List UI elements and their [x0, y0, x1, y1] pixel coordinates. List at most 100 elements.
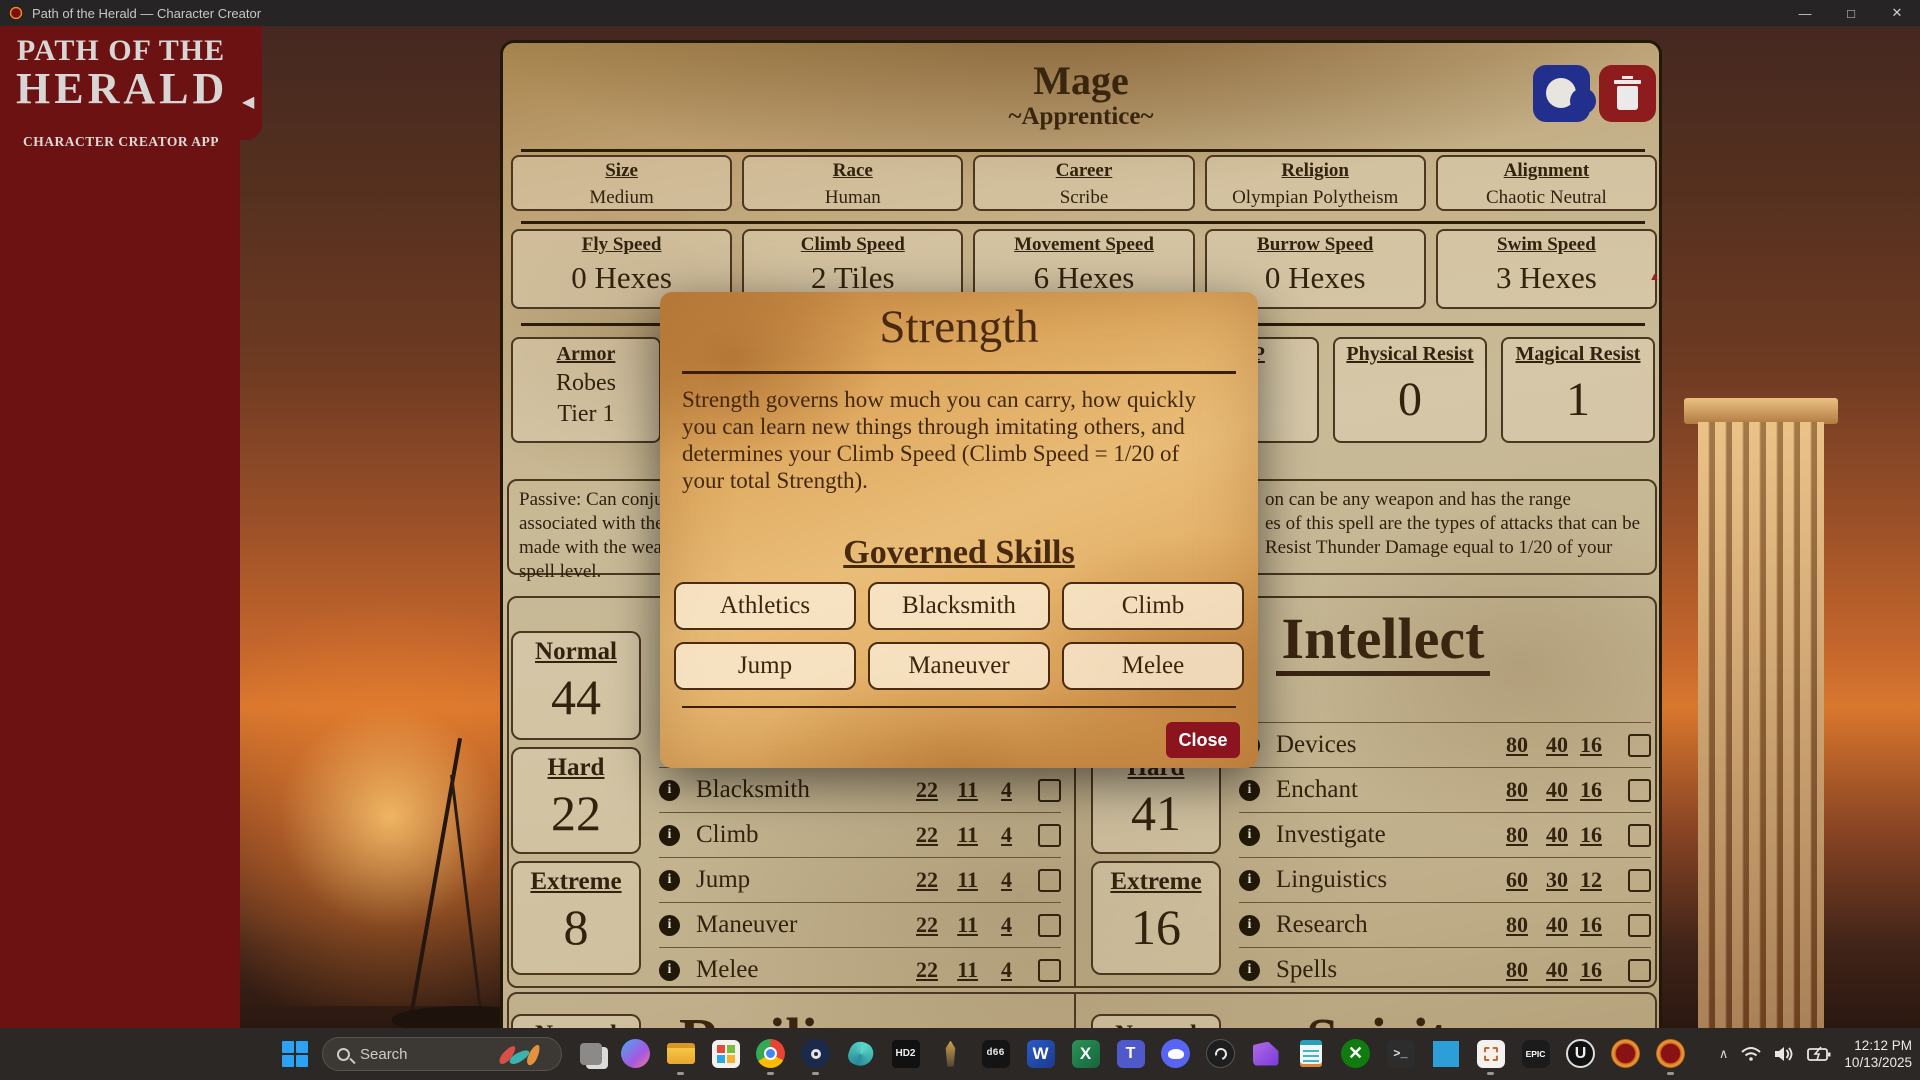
- path-of-herald-icon-2[interactable]: [1655, 1038, 1686, 1069]
- skill-checkbox[interactable]: [1628, 824, 1651, 847]
- skill-checkbox[interactable]: [1038, 779, 1061, 802]
- minimize-button[interactable]: —: [1782, 0, 1828, 26]
- alignment-card[interactable]: AlignmentChaotic Neutral: [1436, 155, 1657, 211]
- skill-normal-link[interactable]: 22: [902, 957, 938, 983]
- skill-extreme-link[interactable]: 16: [1578, 912, 1602, 938]
- vscode-icon[interactable]: [1430, 1038, 1461, 1069]
- skill-hard-link[interactable]: 40: [1538, 912, 1568, 938]
- skill-checkbox[interactable]: [1628, 779, 1651, 802]
- governed-skill-athletics[interactable]: Athletics: [674, 582, 856, 630]
- governed-skill-maneuver[interactable]: Maneuver: [868, 642, 1050, 690]
- path-of-herald-icon[interactable]: [1610, 1038, 1641, 1069]
- delete-character-button[interactable]: [1599, 65, 1656, 122]
- epic-games-icon[interactable]: EPIC: [1520, 1038, 1551, 1069]
- skill-checkbox[interactable]: [1038, 869, 1061, 892]
- snipping-tool-icon[interactable]: [1475, 1038, 1506, 1069]
- skill-extreme-link[interactable]: 4: [988, 822, 1012, 848]
- notepad-icon[interactable]: [1295, 1038, 1326, 1069]
- skill-hard-link[interactable]: 11: [948, 777, 978, 803]
- info-icon[interactable]: i: [659, 825, 680, 846]
- skill-normal-link[interactable]: 22: [902, 867, 938, 893]
- skill-extreme-link[interactable]: 16: [1578, 732, 1602, 758]
- skill-normal-link[interactable]: 22: [902, 777, 938, 803]
- skill-hard-link[interactable]: 40: [1538, 732, 1568, 758]
- start-button[interactable]: [282, 1041, 308, 1067]
- governed-skill-jump[interactable]: Jump: [674, 642, 856, 690]
- discord-icon[interactable]: [1160, 1038, 1191, 1069]
- skill-hard-link[interactable]: 40: [1538, 822, 1568, 848]
- skill-extreme-link[interactable]: 12: [1578, 867, 1602, 893]
- skill-extreme-link[interactable]: 4: [988, 957, 1012, 983]
- skill-normal-link[interactable]: 80: [1492, 912, 1528, 938]
- unreal-engine-icon[interactable]: U: [1565, 1038, 1596, 1069]
- dark-mode-button[interactable]: [1533, 65, 1590, 122]
- scroll-up-arrow[interactable]: ▲: [1649, 271, 1660, 283]
- info-icon[interactable]: i: [1239, 870, 1260, 891]
- close-window-button[interactable]: ✕: [1874, 0, 1920, 26]
- d66-dice-icon[interactable]: d66: [980, 1038, 1011, 1069]
- terminal-icon[interactable]: >_: [1385, 1038, 1416, 1069]
- skill-hard-link[interactable]: 11: [948, 957, 978, 983]
- skill-hard-link[interactable]: 11: [948, 867, 978, 893]
- info-icon[interactable]: i: [659, 960, 680, 981]
- excel-icon[interactable]: X: [1070, 1038, 1101, 1069]
- governed-skill-blacksmith[interactable]: Blacksmith: [868, 582, 1050, 630]
- skill-checkbox[interactable]: [1038, 824, 1061, 847]
- search-input[interactable]: [360, 1046, 480, 1063]
- physical-resist-card[interactable]: Physical Resist 0: [1333, 337, 1487, 443]
- skill-extreme-link[interactable]: 4: [988, 867, 1012, 893]
- xbox-icon[interactable]: ✕: [1340, 1038, 1371, 1069]
- skill-checkbox[interactable]: [1628, 734, 1651, 757]
- file-explorer-icon[interactable]: [665, 1038, 696, 1069]
- skill-extreme-link[interactable]: 16: [1578, 822, 1602, 848]
- clipchamp-icon[interactable]: [1250, 1038, 1281, 1069]
- helldivers2-icon[interactable]: HD2: [890, 1038, 921, 1069]
- career-card[interactable]: CareerScribe: [973, 155, 1194, 211]
- info-icon[interactable]: i: [659, 780, 680, 801]
- skill-normal-link[interactable]: 22: [902, 912, 938, 938]
- taskbar-search[interactable]: [322, 1037, 562, 1071]
- obs-icon[interactable]: [1205, 1038, 1236, 1069]
- skill-checkbox[interactable]: [1628, 914, 1651, 937]
- info-icon[interactable]: i: [659, 870, 680, 891]
- teams-icon[interactable]: T: [1115, 1038, 1146, 1069]
- taskbar-clock[interactable]: 12:12 PM 10/13/2025: [1844, 1037, 1912, 1071]
- skill-checkbox[interactable]: [1628, 959, 1651, 982]
- skill-hard-link[interactable]: 40: [1538, 777, 1568, 803]
- magical-resist-card[interactable]: Magical Resist 1: [1501, 337, 1655, 443]
- strength-hard-card[interactable]: Hard 22: [511, 747, 641, 854]
- info-icon[interactable]: i: [659, 915, 680, 936]
- steam-icon[interactable]: [800, 1038, 831, 1069]
- info-icon[interactable]: i: [1239, 960, 1260, 981]
- skill-normal-link[interactable]: 80: [1492, 777, 1528, 803]
- copilot-icon[interactable]: [620, 1038, 651, 1069]
- skill-normal-link[interactable]: 60: [1492, 867, 1528, 893]
- governed-skill-melee[interactable]: Melee: [1062, 642, 1244, 690]
- strength-extreme-card[interactable]: Extreme 8: [511, 861, 641, 975]
- close-modal-button[interactable]: Close: [1166, 722, 1240, 758]
- tray-chevron-icon[interactable]: ∧: [1719, 1046, 1729, 1062]
- strength-normal-card[interactable]: Normal 44: [511, 631, 641, 740]
- skill-checkbox[interactable]: [1038, 959, 1061, 982]
- sidebar-collapse-icon[interactable]: ◀: [242, 92, 254, 112]
- volume-icon[interactable]: [1774, 1046, 1794, 1062]
- info-icon[interactable]: i: [1239, 780, 1260, 801]
- size-card[interactable]: SizeMedium: [511, 155, 732, 211]
- skill-hard-link[interactable]: 11: [948, 822, 978, 848]
- skill-extreme-link[interactable]: 16: [1578, 957, 1602, 983]
- skill-hard-link[interactable]: 40: [1538, 957, 1568, 983]
- religion-card[interactable]: ReligionOlympian Polytheism: [1205, 155, 1426, 211]
- info-icon[interactable]: i: [1239, 915, 1260, 936]
- chrome-icon[interactable]: [755, 1038, 786, 1069]
- word-icon[interactable]: W: [1025, 1038, 1056, 1069]
- skill-checkbox[interactable]: [1038, 914, 1061, 937]
- skill-normal-link[interactable]: 80: [1492, 957, 1528, 983]
- battery-icon[interactable]: [1807, 1046, 1831, 1062]
- skill-normal-link[interactable]: 80: [1492, 822, 1528, 848]
- maximize-button[interactable]: □: [1828, 0, 1874, 26]
- intellect-extreme-card[interactable]: Extreme 16: [1091, 861, 1221, 975]
- knight-game-icon[interactable]: [935, 1038, 966, 1069]
- tornado-game-icon[interactable]: [845, 1038, 876, 1069]
- skill-extreme-link[interactable]: 4: [988, 912, 1012, 938]
- microsoft-store-icon[interactable]: [710, 1038, 741, 1069]
